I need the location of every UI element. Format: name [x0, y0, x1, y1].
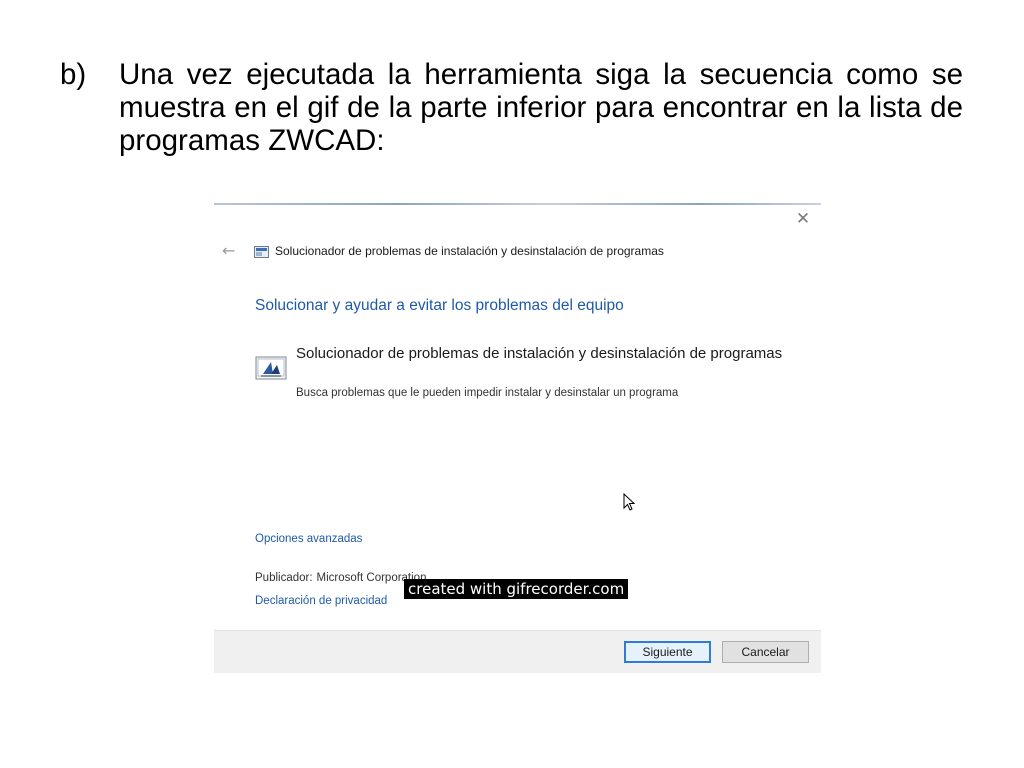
cancel-button[interactable]: Cancelar [722, 641, 809, 663]
close-icon[interactable]: ✕ [795, 211, 811, 228]
mouse-cursor-icon [623, 493, 635, 511]
program-install-icon[interactable] [255, 354, 287, 382]
troubleshooter-description: Busca problemas que le pueden impedir in… [296, 387, 679, 399]
window-title: Solucionador de problemas de instalación… [275, 244, 664, 258]
publisher-line: Publicador: Microsoft Corporation [255, 572, 426, 584]
window-top-edge [214, 203, 821, 205]
bullet-text: Una vez ejecutada la herramienta siga la… [119, 58, 963, 157]
gifrecorder-watermark: created with gifrecorder.com [404, 579, 629, 599]
troubleshooter-title-icon [254, 246, 269, 258]
publisher-label: Publicador: [255, 572, 313, 584]
slide-bullet: b) Una vez ejecutada la herramienta siga… [60, 58, 963, 157]
page-heading: Solucionar y ayudar a evitar los problem… [255, 297, 624, 314]
next-button[interactable]: Siguiente [624, 641, 711, 663]
bullet-marker: b) [60, 58, 87, 91]
advanced-options-link[interactable]: Opciones avanzadas [255, 533, 362, 545]
troubleshooter-dialog: ✕ ← Solucionador de problemas de instala… [214, 203, 821, 673]
back-arrow-icon[interactable]: ← [222, 243, 238, 259]
dialog-footer: Siguiente Cancelar [214, 630, 821, 673]
privacy-statement-link[interactable]: Declaración de privacidad [255, 595, 387, 607]
troubleshooter-title[interactable]: Solucionador de problemas de instalación… [296, 342, 796, 366]
